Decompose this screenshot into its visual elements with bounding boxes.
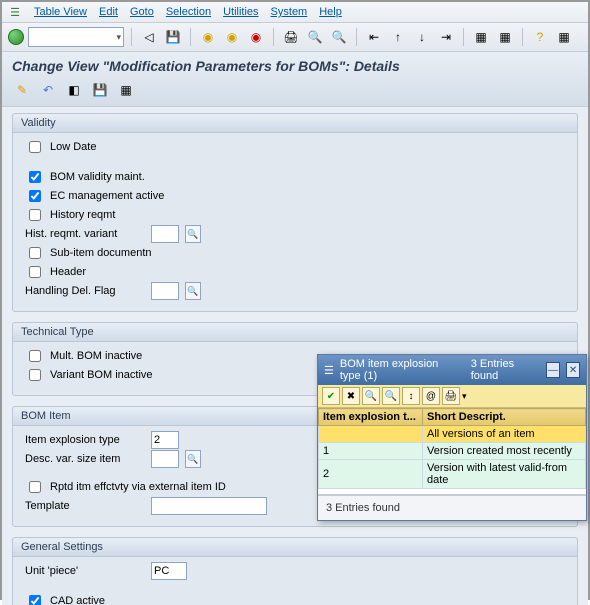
- history-reqmt-label: History reqmt: [50, 209, 115, 221]
- popup-more-icon[interactable]: ▾: [462, 391, 467, 402]
- popup-result-grid: Item explosion t... Short Descript. All …: [318, 408, 586, 495]
- header-checkbox[interactable]: [29, 266, 41, 278]
- save-variant-icon[interactable]: 💾: [90, 80, 110, 100]
- del-flag-f4-icon[interactable]: 🔍: [185, 282, 201, 300]
- back-icon[interactable]: ◁: [139, 27, 159, 47]
- menu-goto[interactable]: Goto: [130, 6, 154, 18]
- shortcut-icon[interactable]: ▦: [495, 27, 515, 47]
- page-title: Change View "Modification Parameters for…: [12, 58, 578, 74]
- del-flag-label: Handling Del. Flag: [25, 285, 145, 297]
- unit-field[interactable]: [151, 562, 187, 580]
- popup-col2-header[interactable]: Short Descript.: [423, 409, 586, 426]
- desc-var-f4-icon[interactable]: 🔍: [185, 450, 201, 468]
- popup-row[interactable]: All versions of an item: [319, 426, 586, 443]
- next-page-icon[interactable]: ↓: [412, 27, 432, 47]
- history-reqmt-checkbox[interactable]: [29, 209, 41, 221]
- ec-mgmt-checkbox[interactable]: [29, 190, 41, 202]
- hist-variant-label: Hist. reqmt. variant: [25, 228, 145, 240]
- tech-type-header: Technical Type: [13, 323, 577, 342]
- template-label: Template: [25, 500, 145, 512]
- popup-toolbar: ✔ ✖ 🔍 🔍 ↕ @ 🖨 ▾: [318, 385, 586, 408]
- hist-variant-f4-icon[interactable]: 🔍: [185, 225, 201, 243]
- find-icon[interactable]: 🔍: [305, 27, 325, 47]
- template-field[interactable]: [151, 497, 267, 515]
- popup-restrict-icon[interactable]: ✖: [342, 387, 360, 405]
- validity-group: Validity Low Date BOM validity maint. EC…: [12, 113, 578, 312]
- app-menu-icon[interactable]: ☰: [8, 5, 22, 19]
- header-label: Header: [50, 266, 86, 278]
- popup-min-icon[interactable]: —: [546, 362, 560, 378]
- popup-export-icon[interactable]: 🖨: [442, 387, 460, 405]
- sub-item-label: Sub-item documentn: [50, 247, 152, 259]
- variant-bom-checkbox[interactable]: [29, 369, 41, 381]
- hist-variant-field[interactable]: [151, 225, 179, 243]
- prev-page-icon[interactable]: ↑: [388, 27, 408, 47]
- bom-validity-checkbox[interactable]: [29, 171, 41, 183]
- validity-header: Validity: [13, 114, 577, 133]
- menu-edit[interactable]: Edit: [99, 6, 118, 18]
- popup-row[interactable]: 1Version created most recently: [319, 443, 586, 460]
- explosion-type-field[interactable]: [151, 431, 179, 449]
- menu-selection[interactable]: Selection: [166, 6, 211, 18]
- last-page-icon[interactable]: ⇥: [436, 27, 456, 47]
- popup-title-text: BOM item explosion type (1): [340, 358, 459, 382]
- undo-icon[interactable]: ↶: [38, 80, 58, 100]
- sub-item-checkbox[interactable]: [29, 247, 41, 259]
- value-help-popup: ☰ BOM item explosion type (1) 3 Entries …: [317, 354, 587, 521]
- rptd-checkbox[interactable]: [29, 481, 41, 493]
- del-flag-field[interactable]: [151, 282, 179, 300]
- popup-status: 3 Entries found: [318, 495, 586, 520]
- popup-app-icon: ☰: [324, 364, 334, 377]
- close-icon[interactable]: ◉: [246, 27, 266, 47]
- menu-bar: ☰ Table View Edit Goto Selection Utiliti…: [2, 2, 588, 23]
- menu-system[interactable]: System: [271, 6, 308, 18]
- popup-find-icon[interactable]: 🔍: [362, 387, 380, 405]
- transport-icon[interactable]: ▦: [116, 80, 136, 100]
- change-icon[interactable]: ✎: [12, 80, 32, 100]
- explosion-type-label: Item explosion type: [25, 434, 145, 446]
- general-header: General Settings: [13, 538, 577, 557]
- popup-close-icon[interactable]: ✕: [566, 362, 580, 378]
- popup-col1-header[interactable]: Item explosion t...: [319, 409, 423, 426]
- cancel-icon[interactable]: ◉: [222, 27, 242, 47]
- command-field[interactable]: ▾: [28, 27, 124, 47]
- ec-mgmt-label: EC management active: [50, 190, 164, 202]
- mult-bom-label: Mult. BOM inactive: [50, 350, 142, 362]
- new-session-icon[interactable]: ▦: [471, 27, 491, 47]
- unit-label: Unit 'piece': [25, 565, 145, 577]
- popup-row[interactable]: 2Version with latest valid-from date: [319, 460, 586, 489]
- popup-pers-icon[interactable]: @: [422, 387, 440, 405]
- help-icon[interactable]: ?: [530, 27, 550, 47]
- menu-table-view[interactable]: Table View: [34, 6, 87, 18]
- find-next-icon[interactable]: 🔍: [329, 27, 349, 47]
- title-area: Change View "Modification Parameters for…: [2, 52, 588, 107]
- enter-icon[interactable]: [8, 29, 24, 45]
- general-group: General Settings Unit 'piece' CAD active: [12, 537, 578, 605]
- popup-accept-icon[interactable]: ✔: [322, 387, 340, 405]
- system-toolbar: ▾ ◁ 💾 ◉ ◉ ◉ 🖨 🔍 🔍 ⇤ ↑ ↓ ⇥ ▦ ▦ ? ▦: [2, 23, 588, 52]
- other-entry-icon[interactable]: ◧: [64, 80, 84, 100]
- cad-checkbox[interactable]: [29, 595, 41, 605]
- print-icon[interactable]: 🖨: [281, 27, 301, 47]
- bom-validity-label: BOM validity maint.: [50, 171, 145, 183]
- popup-find-next-icon[interactable]: 🔍: [382, 387, 400, 405]
- low-date-checkbox[interactable]: [29, 141, 41, 153]
- first-page-icon[interactable]: ⇤: [364, 27, 384, 47]
- desc-var-field[interactable]: [151, 450, 179, 468]
- rptd-label: Rptd itm effctvty via external item ID: [50, 481, 226, 493]
- mult-bom-checkbox[interactable]: [29, 350, 41, 362]
- popup-sort-icon[interactable]: ↕: [402, 387, 420, 405]
- exit-icon[interactable]: ◉: [198, 27, 218, 47]
- save-icon[interactable]: 💾: [163, 27, 183, 47]
- menu-help[interactable]: Help: [319, 6, 342, 18]
- menu-utilities[interactable]: Utilities: [223, 6, 258, 18]
- cad-label: CAD active: [50, 595, 105, 605]
- popup-count: 3 Entries found: [471, 358, 534, 382]
- layout-menu-icon[interactable]: ▦: [554, 27, 574, 47]
- variant-bom-label: Variant BOM inactive: [50, 369, 153, 381]
- low-date-label: Low Date: [50, 141, 96, 153]
- popup-titlebar: ☰ BOM item explosion type (1) 3 Entries …: [318, 355, 586, 385]
- desc-var-label: Desc. var. size item: [25, 453, 145, 465]
